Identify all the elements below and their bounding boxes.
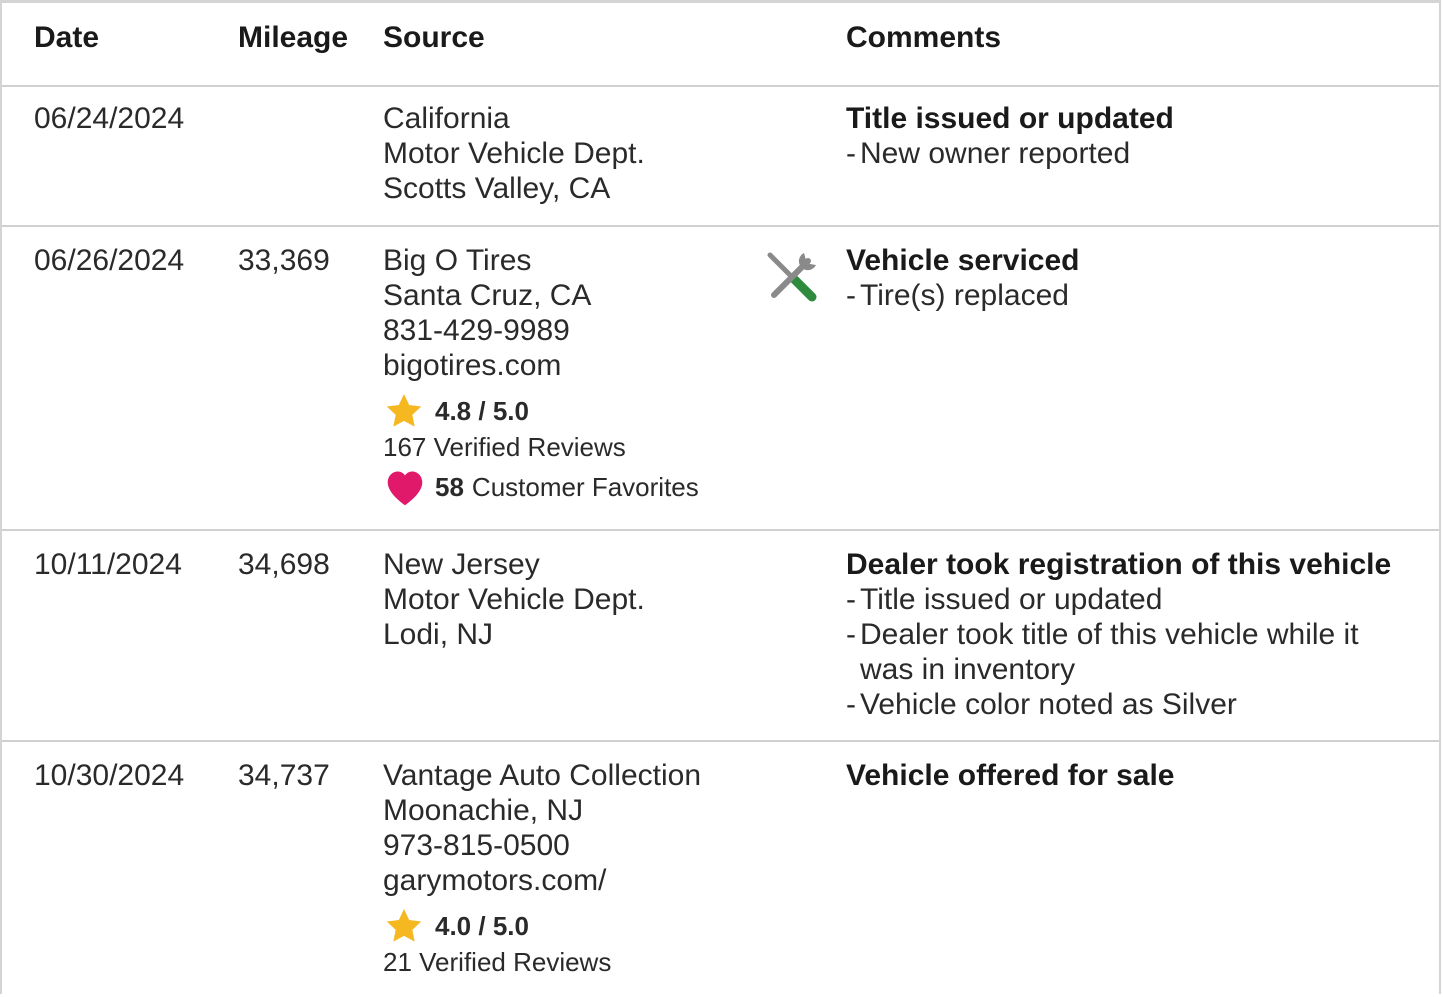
source-phone[interactable]: 831-429-9989 xyxy=(383,313,699,348)
source-name[interactable]: Vantage Auto Collection xyxy=(383,758,701,793)
row-comments: Vehicle serviced - Tire(s) replaced xyxy=(846,243,1416,313)
source-name: New Jersey xyxy=(383,548,540,581)
source-website-link[interactable]: garymotors.com/ xyxy=(383,863,701,898)
favorites-count: 58 xyxy=(435,471,464,502)
row-source: Big O Tires Santa Cruz, CA 831-429-9989 … xyxy=(383,243,699,507)
comment-title: Dealer took registration of this vehicle xyxy=(846,548,1392,581)
comment-bullet: - New owner reported xyxy=(846,137,1131,170)
comment-title: Vehicle serviced xyxy=(846,244,1080,277)
source-name: California xyxy=(383,102,510,135)
row-date: 06/26/2024 xyxy=(34,244,185,277)
source-phone[interactable]: 973-815-0500 xyxy=(383,828,701,863)
row-mileage: 34,737 xyxy=(238,759,330,792)
comment-title: Title issued or updated xyxy=(846,102,1174,135)
header-source: Source xyxy=(383,21,485,54)
star-icon xyxy=(386,909,422,942)
customer-favorites: 58 Customer Favorites xyxy=(383,467,699,507)
table-header: Date Mileage Source Comments xyxy=(2,3,1439,87)
table-row: 10/30/2024 34,737 Vantage Auto Collectio… xyxy=(2,742,1439,997)
service-tools-icon xyxy=(767,252,817,302)
rating: 4.0 / 5.0 xyxy=(383,906,701,946)
source-location: Moonachie, NJ xyxy=(383,794,584,827)
star-icon xyxy=(386,394,422,427)
row-date: 06/24/2024 xyxy=(34,102,185,135)
rating-value: 4.8 / 5.0 xyxy=(435,395,529,426)
favorites-label: Customer Favorites xyxy=(471,471,699,502)
source-dept: Motor Vehicle Dept. xyxy=(383,583,645,616)
row-date: 10/30/2024 xyxy=(34,759,185,792)
table-row: 06/24/2024 California Motor Vehicle Dept… xyxy=(2,85,1439,227)
rating: 4.8 / 5.0 xyxy=(383,391,699,431)
comment-title: Vehicle offered for sale xyxy=(846,759,1175,792)
rating-value: 4.0 / 5.0 xyxy=(435,910,529,941)
row-comments: Vehicle offered for sale xyxy=(846,758,1416,793)
header-mileage: Mileage xyxy=(238,21,349,54)
comment-bullet: - Title issued or updated xyxy=(846,583,1163,616)
source-location: Santa Cruz, CA xyxy=(383,279,592,312)
verified-reviews-link[interactable]: 21 Verified Reviews xyxy=(383,946,701,978)
row-comments: Title issued or updated - New owner repor… xyxy=(846,101,1416,171)
verified-reviews-link[interactable]: 167 Verified Reviews xyxy=(383,431,699,463)
comment-bullet: - Dealer took title of this vehicle while… xyxy=(846,618,1359,686)
row-mileage: 33,369 xyxy=(238,244,330,277)
source-location: Lodi, NJ xyxy=(383,618,494,651)
row-source: California Motor Vehicle Dept. Scotts Va… xyxy=(383,101,645,206)
row-date: 10/11/2024 xyxy=(34,548,182,581)
header-comments: Comments xyxy=(846,21,1002,54)
comment-bullet: - Vehicle color noted as Silver xyxy=(846,688,1237,721)
row-source: Vantage Auto Collection Moonachie, NJ 97… xyxy=(383,758,701,978)
source-dept: Motor Vehicle Dept. xyxy=(383,137,645,170)
row-mileage: 34,698 xyxy=(238,548,330,581)
comment-bullet: - Tire(s) replaced xyxy=(846,279,1069,312)
table-row: 06/26/2024 33,369 Big O Tires Santa Cruz… xyxy=(2,227,1439,531)
header-date: Date xyxy=(34,21,100,54)
vehicle-history-table: Date Mileage Source Comments 06/24/2024 … xyxy=(0,0,1441,994)
table-row: 10/11/2024 34,698 New Jersey Motor Vehic… xyxy=(2,531,1439,742)
source-name[interactable]: Big O Tires xyxy=(383,243,699,278)
source-website-link[interactable]: bigotires.com xyxy=(383,348,699,383)
row-comments: Dealer took registration of this vehicle… xyxy=(846,547,1416,722)
heart-icon xyxy=(387,471,423,506)
source-location: Scotts Valley, CA xyxy=(383,172,611,205)
row-source: New Jersey Motor Vehicle Dept. Lodi, NJ xyxy=(383,547,645,652)
